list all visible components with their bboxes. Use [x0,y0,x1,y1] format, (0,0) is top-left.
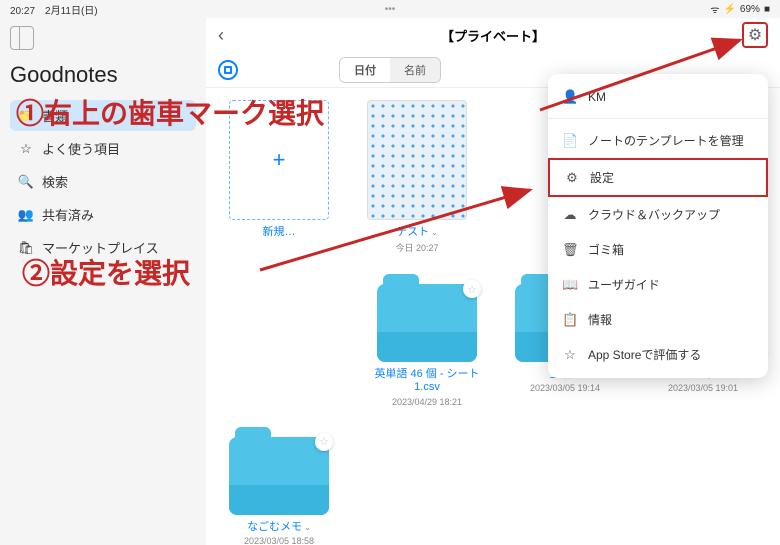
menu-trash[interactable]: 🗑ゴミ箱 [548,232,768,267]
back-chevron-icon[interactable]: ‹ [218,25,224,46]
star-icon[interactable]: ☆ [463,280,481,298]
search-icon: 🔍 [18,174,34,190]
segment-date[interactable]: 日付 [340,58,390,82]
people-icon: 👥 [18,207,34,223]
sliders-icon: ⚙ [564,170,580,186]
sidebar-toggle-icon[interactable] [10,26,34,50]
sidebar-item-favorites[interactable]: ☆ よく使う項目 [10,133,196,164]
note-thumb[interactable] [367,100,467,220]
menu-cloud[interactable]: ☁クラウド＆バックアップ [548,197,768,232]
book-icon: 📖 [562,277,578,293]
star-icon: ☆ [18,141,34,157]
menu-account[interactable]: 👤KM [548,80,768,114]
trash-icon: 🗑 [562,242,578,258]
star-icon: ☆ [562,347,578,363]
menu-rate[interactable]: ☆App Storeで評価する [548,337,768,372]
template-icon: 📄 [562,133,578,149]
card-vocab[interactable]: ☆◯ 46 英単語 46 個 - シート 1.csv 2023/04/29 18… [372,272,482,406]
app-title: Goodnotes [10,62,196,88]
count-badge: ◯ 46 [383,343,417,356]
sidebar-item-search[interactable]: 🔍 検索 [10,166,196,197]
info-icon: 📋 [562,312,578,328]
settings-menu: 👤KM 📄ノートのテンプレートを管理 ⚙設定 ☁クラウド＆バックアップ 🗑ゴミ箱… [548,74,768,378]
sidebar-item-shared[interactable]: 👥 共有済み [10,199,196,230]
card-memo[interactable]: ☆ なごむメモ⌄ 2023/03/05 18:58 [224,425,334,545]
topbar: ‹ 【プライベート】 ⚙ [206,18,780,52]
cloud-icon: ☁ [562,207,578,223]
gear-icon[interactable]: ⚙ [742,22,768,48]
menu-info[interactable]: 📋情報 [548,302,768,337]
page-title: 【プライベート】 [441,26,545,45]
segment-name[interactable]: 名前 [390,58,440,82]
star-icon[interactable]: ☆ [315,433,333,451]
layout-icon[interactable] [218,60,238,80]
card-test[interactable]: テスト⌄ 今日 20:27 [362,100,472,254]
sort-segment[interactable]: 日付 名前 [339,57,441,83]
annotation-2: ②設定を選択 [22,252,190,292]
annotation-1: ①右上の歯車マーク選択 [16,92,324,132]
menu-guide[interactable]: 📖ユーザガイド [548,267,768,302]
person-icon: 👤 [562,89,578,105]
menu-settings[interactable]: ⚙設定 [548,158,768,197]
status-bar: 20:27 2月11日(日) ••• ᯤ⚡69%■ [0,0,780,18]
menu-templates[interactable]: 📄ノートのテンプレートを管理 [548,123,768,158]
